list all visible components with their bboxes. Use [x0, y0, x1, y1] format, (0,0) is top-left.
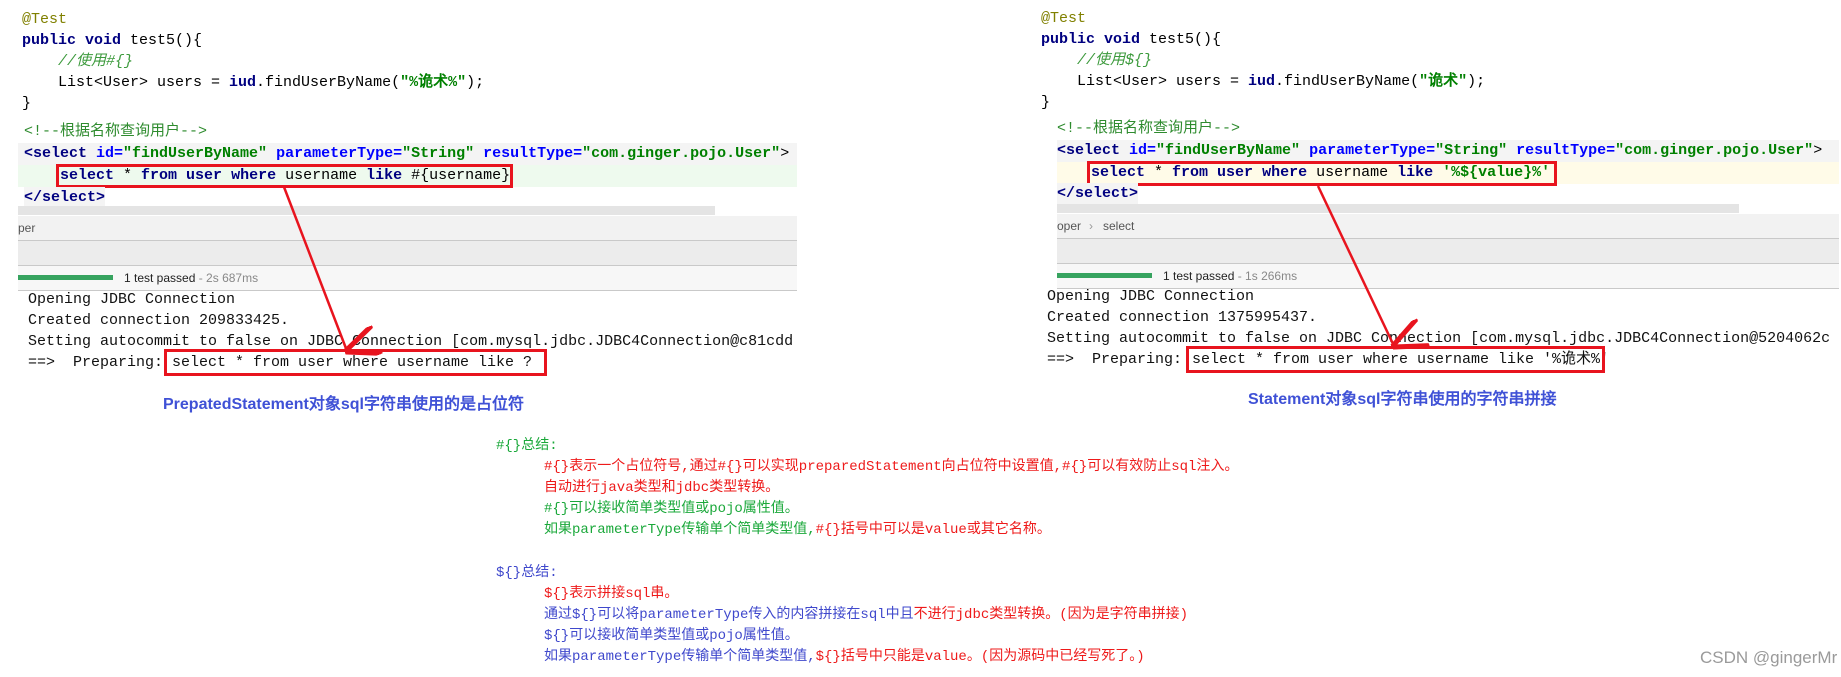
- watermark: CSDN @gingerMr: [1700, 648, 1838, 667]
- t: 不进行jdbc类型转换。(因为是字符串拼接): [913, 607, 1189, 623]
- dollar-note: 通过${}可以将parameterType传入的内容拼接在sql中且不进行jdb…: [544, 605, 1188, 626]
- arrow: [1316, 185, 1394, 346]
- t: 如果parameterType传输单个简单类型值,: [544, 649, 816, 665]
- dollar-note: 如果parameterType传输单个简单类型值,${}括号中只能是value。…: [544, 647, 1145, 668]
- t: 通过${}可以将parameterType传入的内容拼接在sql中且: [544, 607, 914, 623]
- t: #{}括号中可以是value或其它名称。: [815, 522, 1051, 538]
- dollar-summary-title: ${}总结:: [496, 565, 558, 581]
- hash-note: 自动进行java类型和jdbc类型转换。: [544, 480, 780, 496]
- arrow: [282, 186, 347, 351]
- dollar-note: ${}可以接收简单类型值或pojo属性值。: [544, 628, 799, 644]
- t: #{}表示一个占位符号,通过#{}可以实现preparedStatement向占…: [544, 459, 1063, 475]
- hash-note: #{}表示一个占位符号,通过#{}可以实现preparedStatement向占…: [544, 457, 1238, 478]
- t: #{}可以有效防止sql注入。: [1062, 459, 1239, 475]
- hash-note: #{}可以接收简单类型值或pojo属性值。: [544, 501, 799, 517]
- dollar-note: ${}表示拼接sql串。: [544, 586, 679, 602]
- hash-summary-title: #{}总结:: [496, 438, 558, 454]
- arrows-layer: [282, 185, 1841, 677]
- t: ${}括号中只能是value。(因为源码中已经写死了。): [815, 649, 1145, 665]
- hash-note: 如果parameterType传输单个简单类型值,#{}括号中可以是value或…: [544, 520, 1051, 541]
- t: 如果parameterType传输单个简单类型值,: [544, 522, 816, 538]
